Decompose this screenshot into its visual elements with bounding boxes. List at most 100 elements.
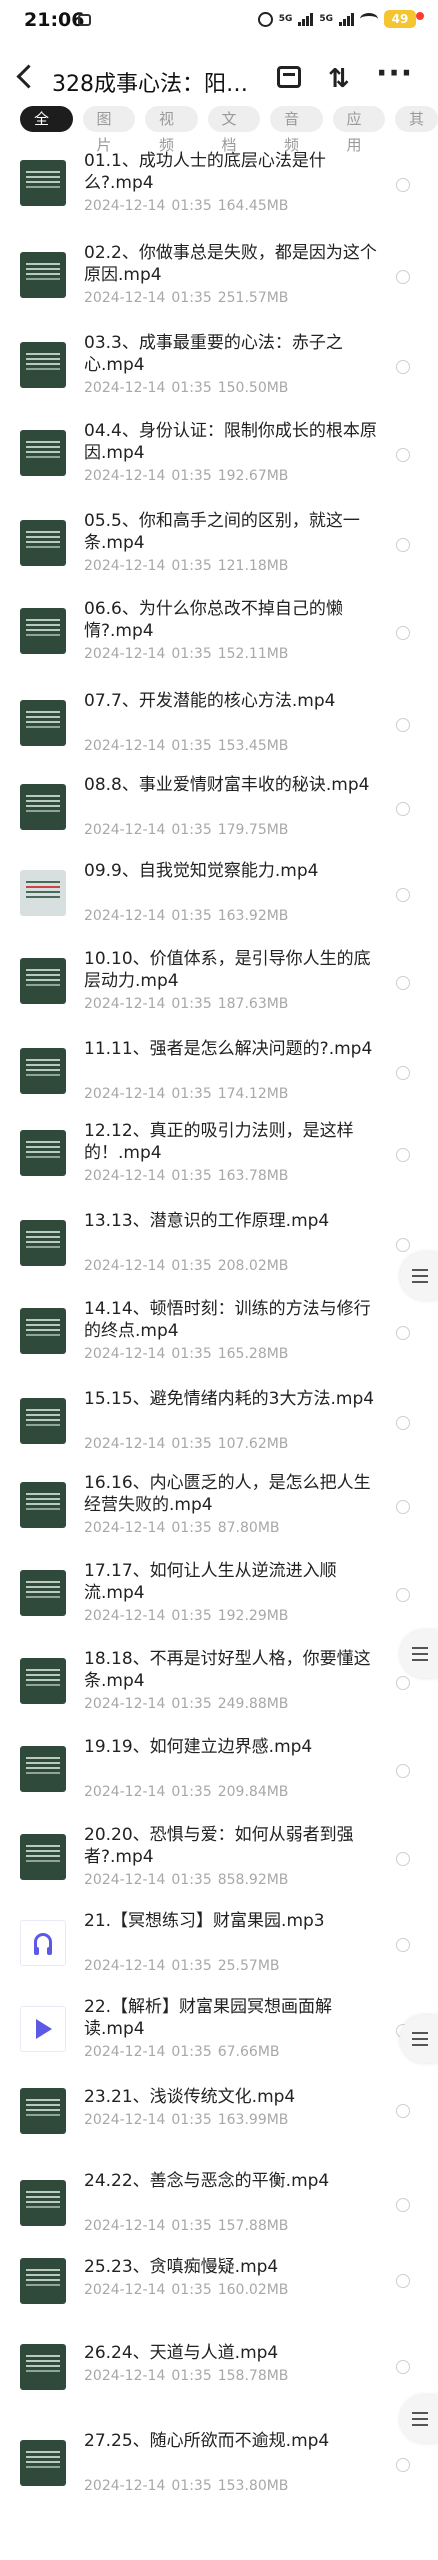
tab-apps[interactable]: 应用	[332, 106, 385, 154]
video-thumbnail	[20, 1220, 66, 1266]
tab-videos[interactable]: 视频	[145, 106, 198, 154]
select-radio[interactable]	[396, 1764, 410, 1778]
tab-documents[interactable]: 文档	[207, 106, 260, 154]
file-size: 163.92MB	[217, 908, 289, 924]
file-name: 22.【解析】财富果园冥想画面解读.mp4	[84, 1997, 333, 2039]
file-meta: 2024-12-14 01:35 251.57MB	[84, 290, 294, 306]
video-file-icon	[20, 2006, 66, 2052]
file-meta: 2024-12-14 01:35 249.88MB	[84, 1696, 294, 1712]
tab-other[interactable]: 其	[395, 106, 438, 132]
select-radio[interactable]	[396, 2274, 410, 2288]
select-radio[interactable]	[396, 1676, 410, 1690]
file-name: 06.6、为什么你总改不掉自己的懒惰?.mp4	[84, 599, 343, 641]
drag-handle[interactable]	[400, 2015, 438, 2063]
select-radio[interactable]	[396, 718, 410, 732]
select-radio[interactable]	[396, 2198, 410, 2212]
file-date: 2024-12-14	[84, 1168, 166, 1184]
file-time: 01:35	[171, 2044, 212, 2060]
file-time: 01:35	[171, 1520, 212, 1536]
select-radio[interactable]	[396, 1938, 410, 1952]
file-date: 2024-12-14	[84, 2044, 166, 2060]
select-radio[interactable]	[396, 1852, 410, 1866]
drag-handle[interactable]	[400, 2395, 438, 2443]
wifi-icon	[360, 13, 378, 25]
tab-images[interactable]: 图片	[82, 106, 135, 154]
file-time: 01:35	[171, 1436, 212, 1452]
select-radio[interactable]	[396, 538, 410, 552]
file-name: 03.3、成事最重要的心法：赤子之心.mp4	[84, 333, 343, 375]
drag-handle[interactable]	[400, 1630, 438, 1678]
video-thumbnail	[20, 252, 66, 298]
select-radio[interactable]	[396, 1588, 410, 1602]
file-name: 15.15、避免情绪内耗的3大方法.mp4	[84, 1389, 375, 1409]
file-date: 2024-12-14	[84, 1086, 166, 1102]
sort-icon[interactable]: ⇅	[328, 64, 350, 94]
file-name: 14.14、顿悟时刻：训练的方法与修行的终点.mp4	[84, 1299, 371, 1341]
select-radio[interactable]	[396, 1416, 410, 1430]
file-name: 11.11、强者是怎么解决问题的?.mp4	[84, 1039, 373, 1059]
video-thumbnail	[20, 430, 66, 476]
video-thumbnail	[20, 520, 66, 566]
file-name: 17.17、如何让人生从逆流进入顺流.mp4	[84, 1561, 337, 1603]
clock: 21:06	[24, 9, 85, 31]
file-meta: 2024-12-14 01:35 158.78MB	[84, 2368, 294, 2384]
file-meta: 2024-12-14 01:35 163.99MB	[84, 2112, 294, 2128]
video-thumbnail	[20, 1308, 66, 1354]
back-arrow-icon[interactable]	[16, 64, 41, 89]
file-date: 2024-12-14	[84, 646, 166, 662]
select-radio[interactable]	[396, 2104, 410, 2118]
file-name: 26.24、天道与人道.mp4	[84, 2343, 279, 2363]
select-radio[interactable]	[396, 360, 410, 374]
top-bar: 328成事心法：阳… ⇅ ···	[0, 56, 438, 104]
select-radio[interactable]	[396, 1326, 410, 1340]
video-thumbnail	[20, 784, 66, 830]
file-size: 25.57MB	[217, 1958, 280, 1974]
video-thumbnail	[20, 1746, 66, 1792]
tab-all[interactable]: 全部	[20, 106, 73, 154]
file-date: 2024-12-14	[84, 2368, 166, 2384]
video-thumbnail	[20, 1658, 66, 1704]
video-thumbnail	[20, 958, 66, 1004]
file-meta: 2024-12-14 01:35 107.62MB	[84, 1436, 294, 1452]
select-radio[interactable]	[396, 1500, 410, 1514]
select-radio[interactable]	[396, 2458, 410, 2472]
select-radio[interactable]	[396, 888, 410, 902]
select-radio[interactable]	[396, 178, 410, 192]
more-options-icon[interactable]: ···	[376, 56, 413, 91]
file-date: 2024-12-14	[84, 558, 166, 574]
play-icon	[36, 2019, 52, 2039]
select-radio[interactable]	[396, 976, 410, 990]
file-name: 23.21、浅谈传统文化.mp4	[84, 2087, 296, 2107]
file-name: 25.23、贪嗔痴慢疑.mp4	[84, 2257, 279, 2277]
screen-cast-icon[interactable]	[277, 66, 301, 88]
file-size: 164.45MB	[217, 198, 289, 214]
file-meta: 2024-12-14 01:35 160.02MB	[84, 2282, 294, 2298]
select-radio[interactable]	[396, 2360, 410, 2374]
select-radio[interactable]	[396, 626, 410, 640]
file-time: 01:35	[171, 996, 212, 1012]
file-time: 01:35	[171, 738, 212, 754]
file-name: 24.22、善念与恶念的平衡.mp4	[84, 2171, 330, 2191]
file-meta: 2024-12-14 01:35 153.80MB	[84, 2478, 294, 2494]
filter-tabs: 全部 图片 视频 文档 音频 应用 其	[20, 106, 438, 154]
file-date: 2024-12-14	[84, 1258, 166, 1274]
select-radio[interactable]	[396, 448, 410, 462]
select-radio[interactable]	[396, 802, 410, 816]
file-size: 249.88MB	[217, 1696, 289, 1712]
file-time: 01:35	[171, 2368, 212, 2384]
file-size: 187.63MB	[217, 996, 289, 1012]
select-radio[interactable]	[396, 270, 410, 284]
file-name: 01.1、成功人士的底层心法是什么?.mp4	[84, 151, 326, 193]
drag-handle[interactable]	[400, 1252, 438, 1300]
headphones-icon	[34, 1933, 52, 1955]
select-radio[interactable]	[396, 1238, 410, 1252]
tab-audio[interactable]: 音频	[270, 106, 323, 154]
file-size: 208.02MB	[217, 1258, 289, 1274]
select-radio[interactable]	[396, 1148, 410, 1162]
select-radio[interactable]	[396, 1066, 410, 1080]
sim-card-icon	[78, 14, 91, 26]
video-thumbnail	[20, 1834, 66, 1880]
file-name: 13.13、潜意识的工作原理.mp4	[84, 1211, 330, 1231]
file-meta: 2024-12-14 01:35 121.18MB	[84, 558, 294, 574]
file-date: 2024-12-14	[84, 1958, 166, 1974]
